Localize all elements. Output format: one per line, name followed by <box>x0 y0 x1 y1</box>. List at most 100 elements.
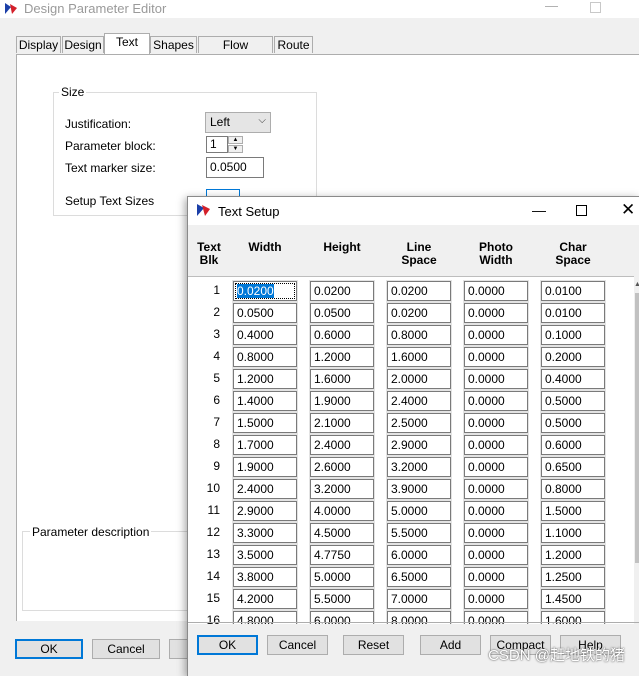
cell-input[interactable]: 2.4000 <box>310 435 374 455</box>
cell-input[interactable]: 0.0200 <box>387 303 451 323</box>
cell-input[interactable]: 1.2000 <box>310 347 374 367</box>
cell-input[interactable]: 0.4000 <box>233 325 297 345</box>
cell-input[interactable]: 1.9000 <box>310 391 374 411</box>
cell-input[interactable]: 0.0000 <box>464 479 528 499</box>
cell-input[interactable]: 2.0000 <box>387 369 451 389</box>
main-ok-button[interactable]: OK <box>15 639 83 659</box>
cell-input[interactable]: 1.2000 <box>233 369 297 389</box>
cell-input[interactable]: 0.0000 <box>464 281 528 301</box>
cell-input[interactable]: 4.2000 <box>233 589 297 609</box>
cell-input[interactable]: 0.6000 <box>310 325 374 345</box>
cell-input[interactable]: 1.2000 <box>541 545 605 565</box>
cell-input[interactable]: 2.6000 <box>310 457 374 477</box>
cell-input[interactable]: 0.0000 <box>464 501 528 521</box>
cell-input[interactable]: 0.6000 <box>541 435 605 455</box>
justification-select[interactable]: Left ⌵ <box>205 112 271 133</box>
cell-input[interactable]: 0.0000 <box>464 589 528 609</box>
cell-input[interactable]: 0.0000 <box>464 347 528 367</box>
cell-input[interactable]: 7.0000 <box>387 589 451 609</box>
cell-input[interactable]: 0.0200 <box>310 281 374 301</box>
cell-input[interactable]: 0.8000 <box>541 479 605 499</box>
cell-input[interactable]: 4.7750 <box>310 545 374 565</box>
cell-input[interactable]: 0.5000 <box>541 391 605 411</box>
cell-input[interactable]: 4.5000 <box>310 523 374 543</box>
cell-input[interactable]: 0.6500 <box>541 457 605 477</box>
cell-input[interactable]: 0.0000 <box>464 391 528 411</box>
cell-input[interactable]: 6.0000 <box>387 545 451 565</box>
cell-input[interactable]: 5.5000 <box>387 523 451 543</box>
cell-input[interactable]: 5.0000 <box>387 501 451 521</box>
dialog-add-button[interactable]: Add <box>420 635 481 655</box>
cell-input[interactable]: 0.5000 <box>541 413 605 433</box>
main-cancel-button[interactable]: Cancel <box>92 639 160 659</box>
spin-down-icon[interactable]: ▼ <box>228 145 243 153</box>
scrollbar-thumb[interactable] <box>635 293 639 563</box>
cell-input[interactable]: 6.5000 <box>387 567 451 587</box>
param-block-input[interactable]: 1 <box>206 136 228 153</box>
cell-input[interactable]: 2.9000 <box>233 501 297 521</box>
cell-input[interactable]: 5.5000 <box>310 589 374 609</box>
cell-input[interactable]: 0.0000 <box>464 303 528 323</box>
cell-input[interactable]: 1.6000 <box>310 369 374 389</box>
cell-input[interactable]: 3.5000 <box>233 545 297 565</box>
cell-input[interactable]: 2.9000 <box>387 435 451 455</box>
cell-input[interactable]: 0.1000 <box>541 325 605 345</box>
cell-input[interactable]: 0.0000 <box>464 435 528 455</box>
cell-input[interactable]: 3.8000 <box>233 567 297 587</box>
cell-input[interactable]: 2.4000 <box>387 391 451 411</box>
cell-input[interactable]: 0.0000 <box>464 523 528 543</box>
cell-input[interactable]: 2.4000 <box>233 479 297 499</box>
cell-input[interactable]: 0.0000 <box>464 457 528 477</box>
cell-input[interactable]: 0.4000 <box>541 369 605 389</box>
cell-input[interactable]: 0.0000 <box>464 369 528 389</box>
tab-flow-planning[interactable]: Flow Planning <box>198 36 273 69</box>
cell-input[interactable]: 3.9000 <box>387 479 451 499</box>
tab-display[interactable]: Display <box>16 36 61 53</box>
scroll-up-icon[interactable]: ▲ <box>634 281 639 288</box>
tab-text[interactable]: Text <box>104 33 150 54</box>
minimize-icon[interactable]: — <box>532 202 546 218</box>
maximize-icon[interactable] <box>590 2 601 13</box>
tab-route[interactable]: Route <box>274 36 313 53</box>
cell-input[interactable]: 5.0000 <box>310 567 374 587</box>
cell-input[interactable]: 0.0200 <box>233 281 297 301</box>
cell-input[interactable]: 2.1000 <box>310 413 374 433</box>
cell-input[interactable]: 0.0000 <box>464 325 528 345</box>
cell-input[interactable]: 0.0500 <box>310 303 374 323</box>
text-marker-input[interactable]: 0.0500 <box>206 157 264 178</box>
cell-input[interactable]: 2.5000 <box>387 413 451 433</box>
cell-input[interactable]: 1.5000 <box>233 413 297 433</box>
cell-input[interactable]: 3.3000 <box>233 523 297 543</box>
cell-input[interactable]: 0.2000 <box>541 347 605 367</box>
dialog-ok-button[interactable]: OK <box>197 635 258 655</box>
cell-input[interactable]: 1.6000 <box>387 347 451 367</box>
dialog-cancel-button[interactable]: Cancel <box>267 635 328 655</box>
cell-input[interactable]: 0.0100 <box>541 303 605 323</box>
cell-input[interactable]: 1.1000 <box>541 523 605 543</box>
cell-input[interactable]: 1.7000 <box>233 435 297 455</box>
cell-input[interactable]: 1.2500 <box>541 567 605 587</box>
spin-up-icon[interactable]: ▲ <box>228 136 243 144</box>
cell-input[interactable]: 0.0100 <box>541 281 605 301</box>
cell-input[interactable]: 1.5000 <box>541 501 605 521</box>
cell-input[interactable]: 0.0000 <box>464 545 528 565</box>
maximize-icon[interactable] <box>576 205 587 216</box>
cell-input[interactable]: 3.2000 <box>310 479 374 499</box>
cell-input[interactable]: 0.0000 <box>464 567 528 587</box>
cell-input[interactable]: 0.0200 <box>387 281 451 301</box>
cell-input[interactable]: 1.4500 <box>541 589 605 609</box>
cell-input[interactable]: 0.0500 <box>233 303 297 323</box>
tab-shapes[interactable]: Shapes <box>150 36 197 53</box>
minimize-icon[interactable]: — <box>545 0 558 13</box>
close-icon[interactable]: ✕ <box>621 200 635 220</box>
cell-input[interactable]: 4.0000 <box>310 501 374 521</box>
cell-input[interactable]: 3.2000 <box>387 457 451 477</box>
main-partial-button[interactable] <box>169 639 189 659</box>
cell-input[interactable]: 1.4000 <box>233 391 297 411</box>
tab-design[interactable]: Design <box>62 36 104 53</box>
cell-input[interactable]: 0.8000 <box>233 347 297 367</box>
cell-input[interactable]: 0.8000 <box>387 325 451 345</box>
dialog-reset-button[interactable]: Reset <box>343 635 404 655</box>
cell-input[interactable]: 0.0000 <box>464 413 528 433</box>
cell-input[interactable]: 1.9000 <box>233 457 297 477</box>
